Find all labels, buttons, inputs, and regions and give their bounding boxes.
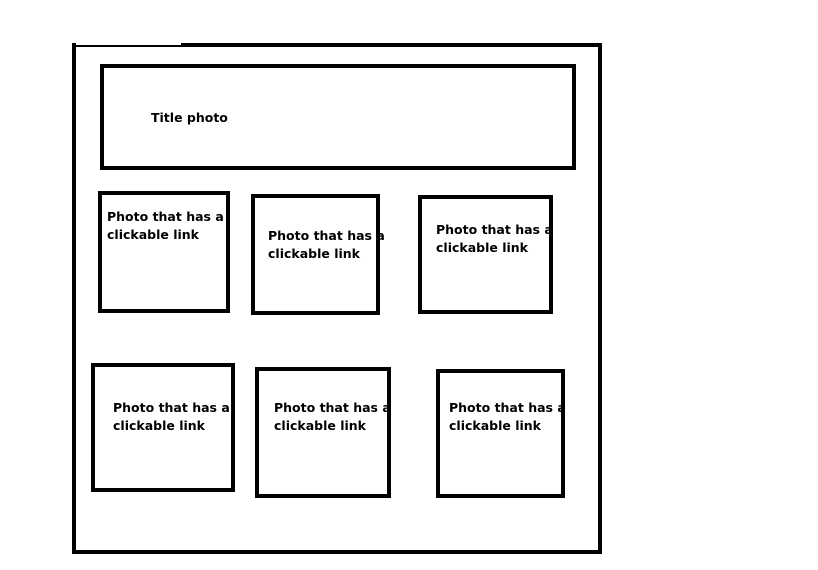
title-photo-label: Title photo [151,110,228,125]
photo-link-label-6: Photo that has a clickable link [449,400,566,433]
photo-link-label-1: Photo that has a clickable link [107,209,224,242]
photo-link-label-3: Photo that has a clickable link [436,222,553,255]
photo-link-label-5: Photo that has a clickable link [274,400,391,433]
photo-link-label-4: Photo that has a clickable link [113,400,230,433]
frame-edge-gap [76,43,181,45]
photo-link-label-2: Photo that has a clickable link [268,228,385,261]
